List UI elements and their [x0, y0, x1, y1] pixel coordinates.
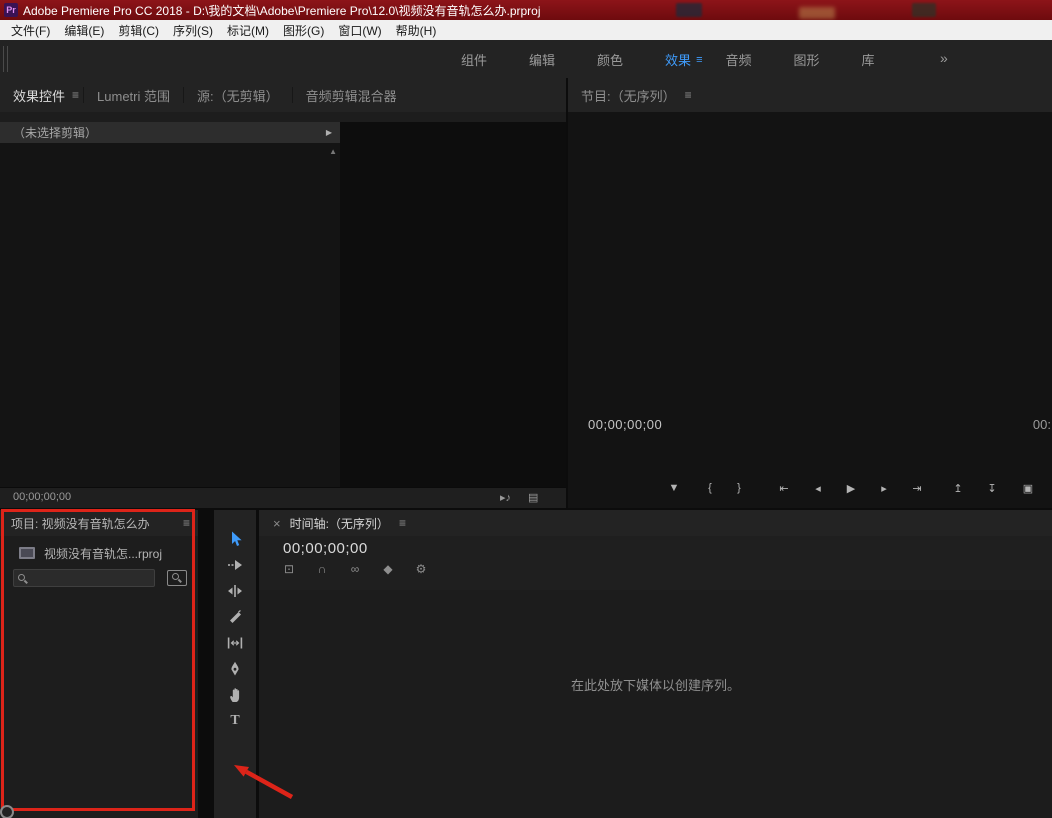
window-title: Adobe Premiere Pro CC 2018 - D:\我的文档\Ado…	[23, 3, 541, 18]
export-frame-icon[interactable]: ▤	[528, 491, 538, 504]
selection-tool[interactable]	[222, 526, 248, 552]
source-panel-group: 效果控件 ≡ Lumetri 范围 源:（无剪辑） 音频剪辑混合器 （未选择剪辑…	[0, 78, 566, 508]
menu-item-file[interactable]: 文件(F)	[4, 22, 57, 39]
timeline-header: × 时间轴:（无序列） ≡	[259, 510, 1052, 536]
menu-item-help[interactable]: 帮助(H)	[389, 22, 444, 39]
expand-icon[interactable]: ▶	[326, 128, 332, 137]
timeline-tracks-area[interactable]: 在此处放下媒体以创建序列。	[259, 590, 1052, 818]
mark-in-icon[interactable]: {	[699, 482, 721, 494]
workspace-tab-assembly[interactable]: 组件	[440, 50, 508, 69]
menu-item-markers[interactable]: 标记(M)	[220, 22, 276, 39]
workspace-overflow-icon[interactable]: »	[940, 50, 948, 66]
workspace-tab-editing[interactable]: 编辑	[508, 50, 576, 69]
panel-menu-icon[interactable]: ≡	[399, 516, 406, 530]
pen-tool[interactable]	[222, 656, 248, 682]
app-icon: Pr	[4, 3, 18, 17]
menu-item-clip[interactable]: 剪辑(C)	[111, 22, 166, 39]
workspace-switcher: 组件 编辑 颜色 效果 ≡ 音频 图形 库 »	[0, 40, 1052, 78]
workspace-tab-color[interactable]: 颜色	[576, 50, 644, 69]
play-icon[interactable]: ▶	[840, 482, 862, 495]
clip-selector-label: （未选择剪辑）	[13, 126, 98, 140]
step-forward-icon[interactable]: ▸	[873, 482, 895, 495]
menu-item-sequence[interactable]: 序列(S)	[166, 22, 220, 39]
menu-item-graphics[interactable]: 图形(G)	[276, 22, 331, 39]
annotation-arrow	[234, 765, 294, 799]
step-back-icon[interactable]: ◂	[807, 482, 829, 495]
transport-controls: ▼ { } ⇤ ◂ ▶ ▸ ⇥ ↥ ↧ ▣	[568, 482, 1052, 500]
program-viewer: 00;00;00;00 00: ▼ { } ⇤ ◂ ▶ ▸ ⇥ ↥ ↧ ▣	[568, 112, 1052, 508]
go-to-in-icon[interactable]: ⇤	[773, 482, 795, 495]
lift-icon[interactable]: ↥	[947, 482, 969, 495]
mark-out-icon[interactable]: }	[728, 482, 750, 494]
effect-controls-list: ▲	[0, 143, 340, 487]
add-marker-icon[interactable]: ▼	[663, 482, 685, 494]
tab-timeline[interactable]: 时间轴:（无序列）	[290, 515, 389, 532]
workspace-menu-icon[interactable]: ≡	[696, 54, 702, 66]
timeline-empty-message: 在此处放下媒体以创建序列。	[570, 678, 740, 693]
snap-icon[interactable]: ∩	[313, 562, 331, 576]
panel-menu-icon[interactable]: ≡	[72, 88, 79, 102]
tab-lumetri-scopes[interactable]: Lumetri 范围	[84, 86, 183, 105]
slip-tool[interactable]	[222, 630, 248, 656]
play-audio-icon[interactable]: ▸♪	[500, 491, 511, 504]
corner-marker	[0, 805, 14, 818]
titlebar-glass-artifact	[799, 7, 835, 19]
razor-tool[interactable]	[222, 604, 248, 630]
timeline-timecode: 00;00;00;00	[283, 540, 368, 557]
timeline-panel: × 时间轴:（无序列） ≡ 00;00;00;00 ⊡ ∩ ∞ ◆ ⚙ 在此处放…	[259, 510, 1052, 818]
type-tool-glyph: T	[230, 713, 240, 728]
source-timecode: 00;00;00;00	[13, 491, 72, 503]
hand-tool[interactable]	[222, 682, 248, 708]
extract-icon[interactable]: ↧	[981, 482, 1003, 495]
ripple-edit-tool[interactable]	[222, 578, 248, 604]
workspace-tab-graphics[interactable]: 图形	[773, 50, 841, 69]
timeline-settings-icon[interactable]: ⚙	[412, 562, 430, 576]
program-timecode: 00;00;00;00	[588, 417, 663, 432]
titlebar-glass-artifact	[912, 3, 936, 17]
close-icon[interactable]: ×	[273, 516, 281, 531]
linked-selection-icon[interactable]: ∞	[346, 562, 364, 576]
clip-selector[interactable]: （未选择剪辑） ▶	[0, 122, 340, 143]
tab-effect-controls[interactable]: 效果控件	[0, 86, 78, 105]
go-to-out-icon[interactable]: ⇥	[906, 482, 928, 495]
nest-sequence-icon[interactable]: ⊡	[280, 562, 298, 576]
source-footer: 00;00;00;00 ▸♪ ▤	[0, 487, 566, 508]
title-bar: Pr Adobe Premiere Pro CC 2018 - D:\我的文档\…	[0, 0, 1052, 20]
effect-controls-timeline	[340, 122, 566, 487]
scroll-up-icon[interactable]: ▲	[329, 147, 337, 156]
menu-item-window[interactable]: 窗口(W)	[331, 22, 388, 39]
program-panel-tabs: 节目:（无序列） ≡	[568, 78, 1052, 112]
workspace-tabs: 组件 编辑 颜色 效果 ≡ 音频 图形 库	[440, 40, 896, 78]
menu-bar: 文件(F) 编辑(E) 剪辑(C) 序列(S) 标记(M) 图形(G) 窗口(W…	[0, 20, 1052, 40]
panel-grabber[interactable]	[3, 46, 8, 72]
menu-item-edit[interactable]: 编辑(E)	[57, 22, 111, 39]
program-duration: 00:	[1032, 417, 1051, 432]
workspace-tab-audio[interactable]: 音频	[704, 50, 772, 69]
tab-audio-clip-mixer[interactable]: 音频剪辑混合器	[293, 86, 410, 105]
tab-program-monitor[interactable]: 节目:（无序列）	[568, 86, 689, 105]
source-panel-tabs: 效果控件 ≡ Lumetri 范围 源:（无剪辑） 音频剪辑混合器	[0, 78, 566, 112]
annotation-highlight-box	[1, 509, 195, 811]
tab-source-monitor[interactable]: 源:（无剪辑）	[184, 86, 292, 105]
track-select-forward-tool[interactable]	[222, 552, 248, 578]
titlebar-glass-artifact	[676, 3, 702, 17]
add-marker-icon[interactable]: ◆	[379, 562, 397, 576]
program-panel: 节目:（无序列） ≡ 00;00;00;00 00: ▼ { } ⇤ ◂ ▶ ▸…	[568, 78, 1052, 508]
workspace-tab-libraries[interactable]: 库	[841, 50, 896, 69]
type-tool[interactable]: T	[222, 708, 248, 734]
premiere-window: Pr Adobe Premiere Pro CC 2018 - D:\我的文档\…	[0, 0, 1052, 818]
timeline-toolbar: ⊡ ∩ ∞ ◆ ⚙	[280, 562, 430, 576]
panel-menu-icon[interactable]: ≡	[685, 88, 692, 102]
export-frame-icon[interactable]: ▣	[1017, 482, 1039, 495]
